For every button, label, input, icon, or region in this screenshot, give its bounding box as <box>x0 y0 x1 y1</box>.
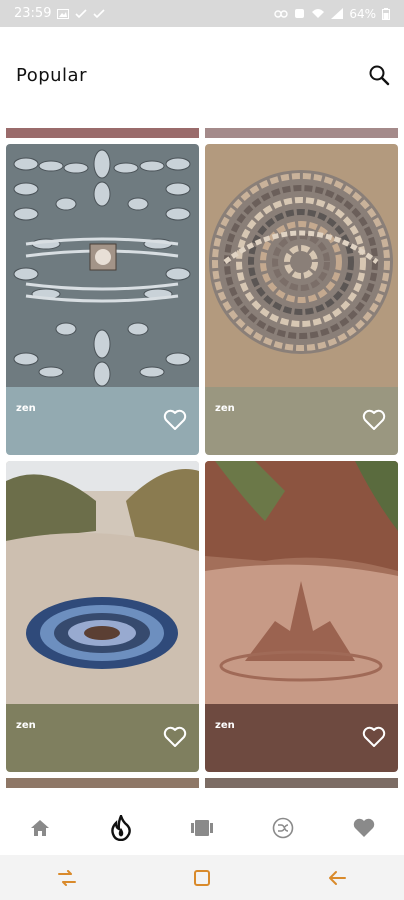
card-footer: zen <box>205 387 398 455</box>
favorite-button[interactable] <box>163 409 187 431</box>
category-label: zen <box>215 720 235 731</box>
card-footer: zen <box>205 704 398 772</box>
card-strip-bottom-left <box>6 778 199 788</box>
card-strip-left <box>6 128 199 138</box>
heart-icon <box>353 818 374 837</box>
category-label: zen <box>16 720 36 731</box>
recent-apps-icon <box>58 869 77 886</box>
heart-outline-icon <box>163 409 187 430</box>
status-time: 23:59 <box>14 6 52 21</box>
battery-level: 64% <box>349 6 376 21</box>
nav-popular[interactable] <box>101 808 141 848</box>
system-navigation <box>0 855 404 900</box>
shuffle-icon <box>272 817 294 838</box>
wallpaper-image[interactable] <box>6 144 199 387</box>
heart-outline-icon <box>362 409 386 430</box>
bottom-navigation <box>0 800 404 855</box>
gallery-notification-icon <box>57 8 70 19</box>
card-footer: zen <box>6 704 199 772</box>
link-icon <box>274 9 289 18</box>
back-button[interactable] <box>317 858 357 898</box>
heart-outline-icon <box>163 726 187 747</box>
wallpaper-image[interactable] <box>205 461 398 704</box>
favorite-button[interactable] <box>362 409 386 431</box>
flame-icon <box>111 814 132 841</box>
nav-shuffle[interactable] <box>263 808 303 848</box>
home-square-icon <box>193 869 210 886</box>
wifi-icon <box>312 9 325 18</box>
check-notification-icon-2 <box>93 8 106 18</box>
gallery-icon <box>190 819 213 836</box>
wallpaper-image[interactable] <box>6 461 199 704</box>
alarm-icon <box>295 9 305 18</box>
card-strip-bottom-right <box>205 778 398 788</box>
home-button[interactable] <box>182 858 222 898</box>
wallpaper-card[interactable]: zen <box>205 144 398 455</box>
nav-gallery[interactable] <box>182 808 222 848</box>
signal-icon <box>331 8 344 19</box>
category-label: zen <box>16 403 36 414</box>
nav-home[interactable] <box>20 808 60 848</box>
back-arrow-icon <box>328 870 346 885</box>
search-button[interactable] <box>368 64 390 86</box>
wallpaper-card[interactable]: zen <box>6 144 199 455</box>
page-title: Popular <box>16 65 87 86</box>
home-icon <box>31 819 50 836</box>
wallpaper-image[interactable] <box>205 144 398 387</box>
status-bar: 23:59 64% <box>0 0 404 27</box>
card-strip-right <box>205 128 398 138</box>
wallpaper-card[interactable]: zen <box>205 461 398 772</box>
wallpaper-card[interactable]: zen <box>6 461 199 772</box>
category-label: zen <box>215 403 235 414</box>
recent-apps-button[interactable] <box>47 858 87 898</box>
battery-icon <box>382 7 390 20</box>
favorite-button[interactable] <box>362 726 386 748</box>
favorite-button[interactable] <box>163 726 187 748</box>
search-icon <box>369 65 390 86</box>
card-footer: zen <box>6 387 199 455</box>
heart-outline-icon <box>362 726 386 747</box>
image-grid: zen zen zen zen <box>0 128 404 792</box>
nav-favorites[interactable] <box>344 808 384 848</box>
check-notification-icon <box>75 8 88 18</box>
